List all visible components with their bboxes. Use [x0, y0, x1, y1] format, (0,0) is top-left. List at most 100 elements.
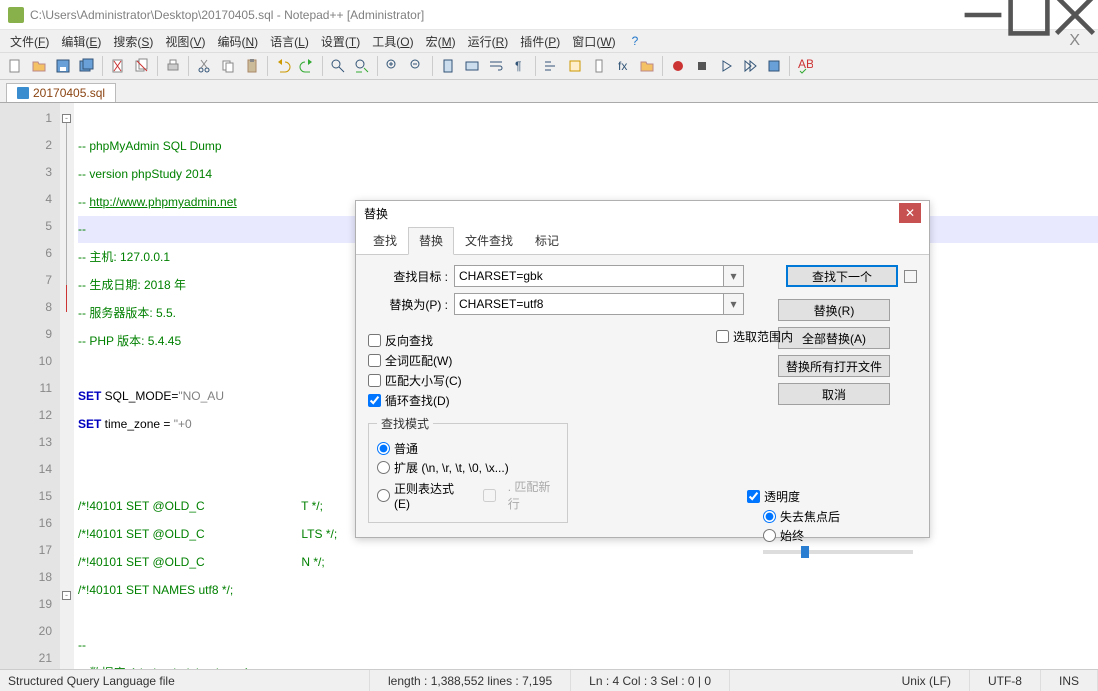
mode-normal-radio[interactable]: 普通 [377, 440, 559, 457]
replace-input[interactable] [454, 293, 724, 315]
find-label: 查找目标 : [368, 268, 454, 285]
play-icon[interactable] [715, 55, 737, 77]
replace-dropdown-icon[interactable]: ▾ [724, 293, 744, 315]
undo-icon[interactable] [272, 55, 294, 77]
maximize-button[interactable] [1006, 0, 1052, 30]
status-eol[interactable]: Unix (LF) [884, 670, 970, 691]
document-tab[interactable]: 20170405.sql [6, 83, 116, 102]
transparency-check[interactable]: 透明度 [747, 488, 917, 505]
transparency-group: 透明度 失去焦点后 始终 [747, 485, 917, 554]
close-file-icon[interactable] [107, 55, 129, 77]
replace-all-open-button[interactable]: 替换所有打开文件 [778, 355, 890, 377]
zoom-in-icon[interactable] [382, 55, 404, 77]
tab-find[interactable]: 查找 [362, 227, 408, 254]
replace-dialog: 替换 ✕ 查找 替换 文件查找 标记 查找下一个 替换(R) 全部替换(A) 替… [355, 200, 930, 538]
file-type-icon [17, 87, 29, 99]
mode-extended-radio[interactable]: 扩展 (\n, \r, \t, \0, \x...) [377, 459, 559, 476]
menu-file[interactable]: 文件(F) [4, 31, 55, 52]
folder-icon[interactable] [636, 55, 658, 77]
transparency-slider[interactable] [763, 550, 913, 554]
dialog-close-button[interactable]: ✕ [899, 203, 921, 223]
mode-regex-radio[interactable]: 正则表达式(E) . 匹配新行 [377, 478, 559, 512]
play-multi-icon[interactable] [739, 55, 761, 77]
replace-label: 替换为(P) : [368, 296, 454, 313]
fold-column: - - [60, 103, 74, 670]
menu-window[interactable]: 窗口(W) [566, 31, 621, 52]
tab-mark[interactable]: 标记 [524, 227, 570, 254]
status-length: length : 1,388,552 lines : 7,195 [370, 670, 571, 691]
save-macro-icon[interactable] [763, 55, 785, 77]
stop-icon[interactable] [691, 55, 713, 77]
new-file-icon[interactable] [4, 55, 26, 77]
trans-onblur-radio[interactable]: 失去焦点后 [763, 508, 917, 525]
status-position: Ln : 4 Col : 3 Sel : 0 | 0 [571, 670, 730, 691]
minimize-button[interactable] [960, 0, 1006, 30]
dialog-tabs: 查找 替换 文件查找 标记 [356, 225, 929, 255]
status-insert-mode[interactable]: INS [1041, 670, 1098, 691]
tab-findinfiles[interactable]: 文件查找 [454, 227, 524, 254]
menu-run[interactable]: 运行(R) [462, 31, 515, 52]
menu-language[interactable]: 语言(L) [264, 31, 315, 52]
doc-map-icon[interactable] [588, 55, 610, 77]
show-chars-icon[interactable]: ¶ [509, 55, 531, 77]
menu-search[interactable]: 搜索(S) [107, 31, 159, 52]
open-file-icon[interactable] [28, 55, 50, 77]
replace-all-button[interactable]: 全部替换(A) [778, 327, 890, 349]
dialog-titlebar[interactable]: 替换 ✕ [356, 201, 929, 225]
svg-text:¶: ¶ [515, 59, 521, 73]
close-all-icon[interactable] [131, 55, 153, 77]
direction-toggle-icon[interactable] [904, 270, 917, 283]
window-title: C:\Users\Administrator\Desktop\20170405.… [30, 8, 960, 22]
menu-encoding[interactable]: 编码(N) [211, 31, 264, 52]
spellcheck-icon[interactable]: ABC [794, 55, 816, 77]
tab-replace[interactable]: 替换 [408, 227, 454, 255]
replace-icon[interactable] [351, 55, 373, 77]
document-tab-label: 20170405.sql [33, 86, 105, 100]
status-bar: Structured Query Language file length : … [0, 669, 1098, 691]
save-icon[interactable] [52, 55, 74, 77]
cut-icon[interactable] [193, 55, 215, 77]
fold-toggle-icon[interactable]: - [62, 114, 71, 123]
title-bar: C:\Users\Administrator\Desktop\20170405.… [0, 0, 1098, 30]
replace-button[interactable]: 替换(R) [778, 299, 890, 321]
copy-icon[interactable] [217, 55, 239, 77]
close-button[interactable] [1052, 0, 1098, 30]
indent-guide-icon[interactable] [540, 55, 562, 77]
status-filetype: Structured Query Language file [0, 670, 370, 691]
trans-always-radio[interactable]: 始终 [763, 527, 917, 544]
wrap-icon[interactable] [485, 55, 507, 77]
menu-settings[interactable]: 设置(T) [315, 31, 366, 52]
redo-icon[interactable] [296, 55, 318, 77]
sync-v-icon[interactable] [437, 55, 459, 77]
find-dropdown-icon[interactable]: ▾ [724, 265, 744, 287]
svg-text:fx: fx [618, 59, 627, 73]
record-icon[interactable] [667, 55, 689, 77]
menu-view[interactable]: 视图(V) [159, 31, 211, 52]
menu-help[interactable]: ? [626, 32, 645, 50]
menu-macro[interactable]: 宏(M) [420, 31, 462, 52]
menu-edit[interactable]: 编辑(E) [55, 31, 107, 52]
status-encoding[interactable]: UTF-8 [970, 670, 1041, 691]
find-input[interactable] [454, 265, 724, 287]
zoom-out-icon[interactable] [406, 55, 428, 77]
save-all-icon[interactable] [76, 55, 98, 77]
document-tabs: 20170405.sql [0, 80, 1098, 102]
search-mode-group: 查找模式 普通 扩展 (\n, \r, \t, \0, \x...) 正则表达式… [368, 415, 568, 523]
func-list-icon[interactable]: fx [612, 55, 634, 77]
menu-close-icon[interactable]: X [1055, 32, 1094, 50]
in-selection-check[interactable]: 选取范围内 [716, 328, 793, 345]
find-icon[interactable] [327, 55, 349, 77]
search-mode-legend: 查找模式 [377, 415, 433, 432]
line-number-gutter: 1234 5678 9101112 13141516 17181920 21 [0, 103, 60, 670]
menu-tools[interactable]: 工具(O) [366, 31, 419, 52]
cancel-button[interactable]: 取消 [778, 383, 890, 405]
lang-icon[interactable] [564, 55, 586, 77]
find-next-button[interactable]: 查找下一个 [786, 265, 898, 287]
app-logo-icon [8, 7, 24, 23]
sync-h-icon[interactable] [461, 55, 483, 77]
menu-bar: 文件(F) 编辑(E) 搜索(S) 视图(V) 编码(N) 语言(L) 设置(T… [0, 30, 1098, 52]
print-icon[interactable] [162, 55, 184, 77]
fold-toggle-icon[interactable]: - [62, 591, 71, 600]
menu-plugins[interactable]: 插件(P) [514, 31, 566, 52]
paste-icon[interactable] [241, 55, 263, 77]
